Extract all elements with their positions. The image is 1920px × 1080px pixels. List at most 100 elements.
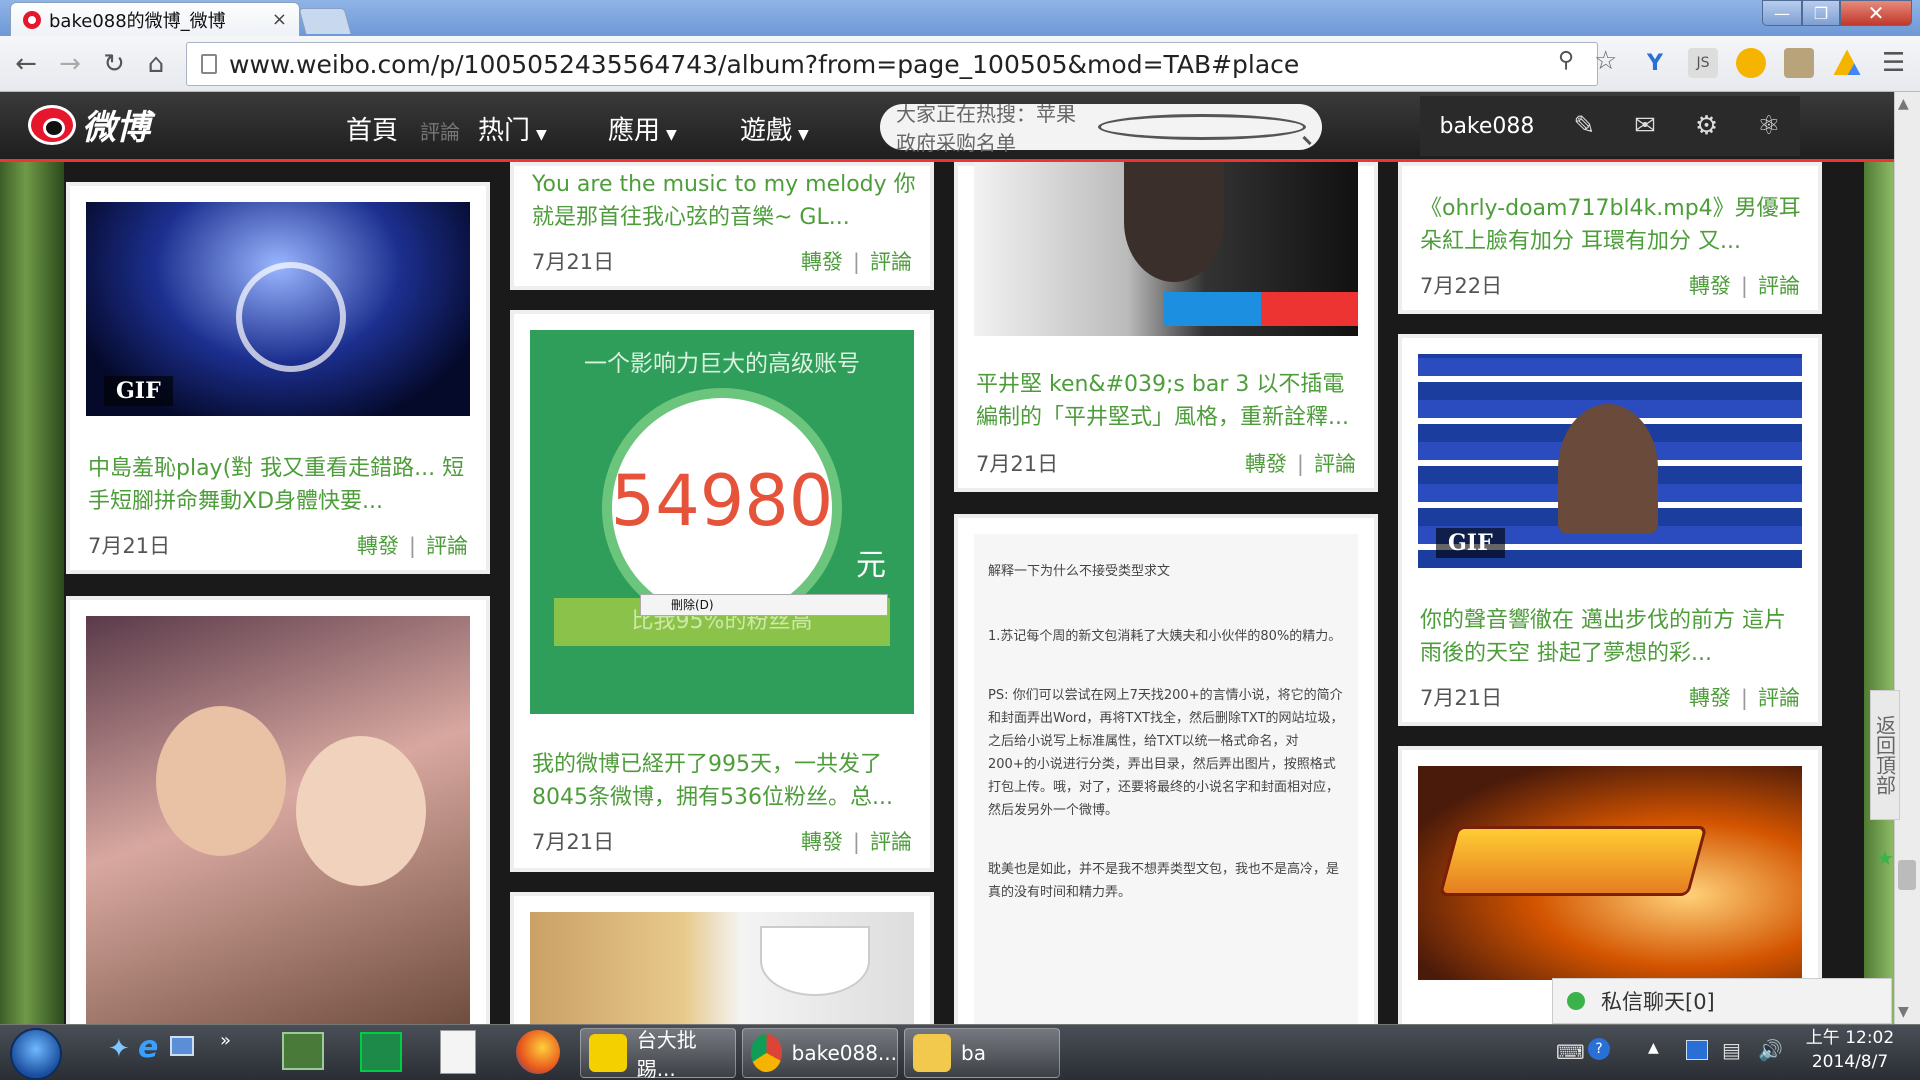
man-photo[interactable] xyxy=(974,162,1358,336)
taskbar-app-ptt[interactable]: 台大批踢... xyxy=(580,1028,736,1080)
username-link[interactable]: bake088 xyxy=(1439,114,1534,139)
bookmark-star-icon[interactable]: ☆ xyxy=(1594,46,1617,76)
comment-link[interactable]: 評論 xyxy=(426,534,468,558)
card-caption[interactable]: 中島羞恥play(對 我又重看走錯路... 短手短腳拼命舞動XD身體快要... xyxy=(88,452,472,518)
maximize-button[interactable]: ❐ xyxy=(1802,0,1840,26)
comment-link[interactable]: 評論 xyxy=(870,250,912,274)
back-icon[interactable]: ← xyxy=(8,46,44,82)
album-card[interactable]: 平井堅 ken&#039;s bar 3 以不插電編制的「平井堅式」風格，重新詮… xyxy=(954,162,1378,492)
card-caption[interactable]: You are the music to my melody 你就是那首往我心弦… xyxy=(532,168,916,234)
browser-tab[interactable]: bake088的微博_微博 × xyxy=(10,2,300,36)
quicklaunch-icon[interactable]: ✦ xyxy=(108,1034,130,1064)
desktop-icon[interactable] xyxy=(170,1036,194,1056)
comment-link[interactable]: 評論 xyxy=(1314,452,1356,476)
album-card[interactable]: GIF 你的聲音響徹在 邁出步伐的前方 這片雨後的天空 掛起了夢想的彩... 7… xyxy=(1398,334,1822,726)
card-date: 7月21日 xyxy=(532,250,615,274)
weibo-search-input[interactable]: 大家正在热搜：苹果 政府采购名单 xyxy=(880,102,1322,155)
nav-comment[interactable]: 評論 xyxy=(420,116,460,145)
card-caption[interactable]: 平井堅 ken&#039;s bar 3 以不插電編制的「平井堅式」風格，重新詮… xyxy=(976,368,1360,434)
repost-link[interactable]: 轉發 xyxy=(1689,274,1731,298)
menu-icon[interactable]: ☰ xyxy=(1882,48,1905,78)
separator: | xyxy=(408,534,416,558)
compose-icon[interactable]: ✎ xyxy=(1573,111,1595,141)
card-caption[interactable]: 《ohrly-doam717bl4k.mp4》男優耳朵紅上臉有加分 耳環有加分 … xyxy=(1420,192,1804,258)
singer-photo[interactable]: GIF xyxy=(1418,354,1802,568)
nav-hot[interactable]: 热门 ▼ xyxy=(478,110,547,147)
tray-app-icon[interactable] xyxy=(1686,1040,1708,1060)
help-icon[interactable]: ? xyxy=(1588,1038,1610,1060)
album-card[interactable]: 《ohrly-doam717bl4k.mp4》男優耳朵紅上臉有加分 耳環有加分 … xyxy=(1398,162,1822,314)
close-tab-icon[interactable]: × xyxy=(272,9,287,30)
text-image[interactable]: 解释一下为什么不接受类型求文 1.苏记每个周的新文包消耗了大姨夫和小伙伴的80%… xyxy=(974,534,1358,1034)
home-icon[interactable]: ⌂ xyxy=(138,46,174,82)
start-button[interactable] xyxy=(10,1028,62,1080)
scroll-up-icon[interactable]: ▲ xyxy=(1898,96,1909,112)
nav-home[interactable]: 首頁 xyxy=(346,110,398,147)
repost-link[interactable]: 轉發 xyxy=(1245,452,1287,476)
stats-image[interactable]: 一个影响力巨大的高级账号 54980 元 比我95%的粉丝高 xyxy=(530,330,914,714)
tray-expand-icon[interactable]: ▲ xyxy=(1648,1040,1659,1056)
private-chat-bar[interactable]: 私信聊天[0] xyxy=(1552,978,1892,1024)
scroll-thumb[interactable] xyxy=(1898,860,1916,890)
extension-y-icon[interactable]: Y xyxy=(1640,48,1670,78)
repost-link[interactable]: 轉發 xyxy=(1689,686,1731,710)
couple-photo[interactable] xyxy=(86,616,470,1036)
cake-photo[interactable] xyxy=(530,912,914,1032)
address-bar[interactable]: www.weibo.com/p/1005052435564743/album?f… xyxy=(186,42,1598,86)
album-card[interactable] xyxy=(66,596,490,1036)
card-caption[interactable]: 我的微博已経开了995天，一共发了8045条微博，拥有536位粉丝。总... xyxy=(532,748,916,814)
stats-unit: 元 xyxy=(856,548,886,583)
keyboard-icon[interactable]: ⌨ xyxy=(1556,1040,1585,1064)
mail-icon[interactable]: ✉ xyxy=(1634,111,1656,141)
repost-link[interactable]: 轉發 xyxy=(357,534,399,558)
close-window-button[interactable]: ✕ xyxy=(1840,0,1912,26)
app-monitor-icon[interactable] xyxy=(282,1032,324,1070)
reload-icon[interactable]: ↻ xyxy=(96,46,132,82)
search-icon[interactable] xyxy=(1098,114,1306,140)
card-actions: 轉發 | 評論 xyxy=(801,246,912,276)
album-card[interactable]: 一个影响力巨大的高级账号 54980 元 比我95%的粉丝高 我的微博已経开了9… xyxy=(510,310,934,872)
app-green-icon[interactable] xyxy=(360,1032,402,1072)
taskbar-app-folder[interactable]: ba xyxy=(904,1028,1060,1078)
more-icon[interactable]: » xyxy=(220,1030,231,1051)
comment-link[interactable]: 評論 xyxy=(1758,686,1800,710)
logo-plate xyxy=(1438,826,1708,896)
album-card[interactable]: 解释一下为什么不接受类型求文 1.苏记每个周的新文包消耗了大姨夫和小伙伴的80%… xyxy=(954,514,1378,1034)
extension-face-icon[interactable] xyxy=(1736,48,1766,78)
ie-icon[interactable]: e xyxy=(138,1030,158,1065)
gif-badge: GIF xyxy=(1436,528,1505,558)
taskbar-app-label: 台大批踢... xyxy=(636,1028,697,1080)
minimize-button[interactable]: — xyxy=(1762,0,1802,26)
forward-icon[interactable]: → xyxy=(52,46,88,82)
notification-icon[interactable]: ⚛ xyxy=(1757,111,1780,141)
album-card[interactable]: You are the music to my melody 你就是那首往我心弦… xyxy=(510,162,934,290)
repost-link[interactable]: 轉發 xyxy=(801,250,843,274)
firefox-icon[interactable] xyxy=(516,1030,560,1074)
extension-js-icon[interactable]: JS xyxy=(1688,48,1718,78)
back-to-top-button[interactable]: 返回頂部 xyxy=(1870,690,1900,820)
notepad-icon[interactable] xyxy=(440,1030,476,1074)
weibo-logo[interactable]: 微博 xyxy=(28,100,150,149)
comment-link[interactable]: 評論 xyxy=(1758,274,1800,298)
card-actions: 轉發 | 評論 xyxy=(801,826,912,856)
card-caption[interactable]: 你的聲音響徹在 邁出步伐的前方 這片雨後的天空 掛起了夢想的彩... xyxy=(1420,604,1804,670)
star-icon[interactable]: ★ xyxy=(1876,846,1894,870)
gear-icon[interactable]: ⚙ xyxy=(1695,111,1718,141)
volume-icon[interactable]: 🔊 xyxy=(1758,1038,1783,1062)
repost-link[interactable]: 轉發 xyxy=(801,830,843,854)
new-tab-button[interactable] xyxy=(298,8,352,34)
zoom-icon[interactable]: ⚲ xyxy=(1558,48,1590,80)
taskbar-app-chrome[interactable]: bake088... xyxy=(742,1028,898,1078)
album-card[interactable]: GIF 中島羞恥play(對 我又重看走錯路... 短手短腳拼命舞動XD身體快要… xyxy=(66,182,490,574)
street-fighter-image[interactable] xyxy=(1418,766,1802,980)
nav-games[interactable]: 遊戲 ▼ xyxy=(740,110,809,147)
album-card[interactable] xyxy=(510,892,934,1032)
network-icon[interactable]: ▤ xyxy=(1722,1038,1741,1062)
scroll-down-icon[interactable]: ▼ xyxy=(1898,1004,1909,1020)
taskbar-clock[interactable]: 上午 12:02 2014/8/7 xyxy=(1790,1026,1910,1078)
comment-link[interactable]: 評論 xyxy=(870,830,912,854)
context-menu-delete[interactable]: 刪除(D) xyxy=(640,594,888,616)
extension-puzzle-icon[interactable] xyxy=(1784,48,1814,78)
nav-apps[interactable]: 應用 ▼ xyxy=(608,110,677,147)
stage-photo[interactable]: GIF xyxy=(86,202,470,416)
